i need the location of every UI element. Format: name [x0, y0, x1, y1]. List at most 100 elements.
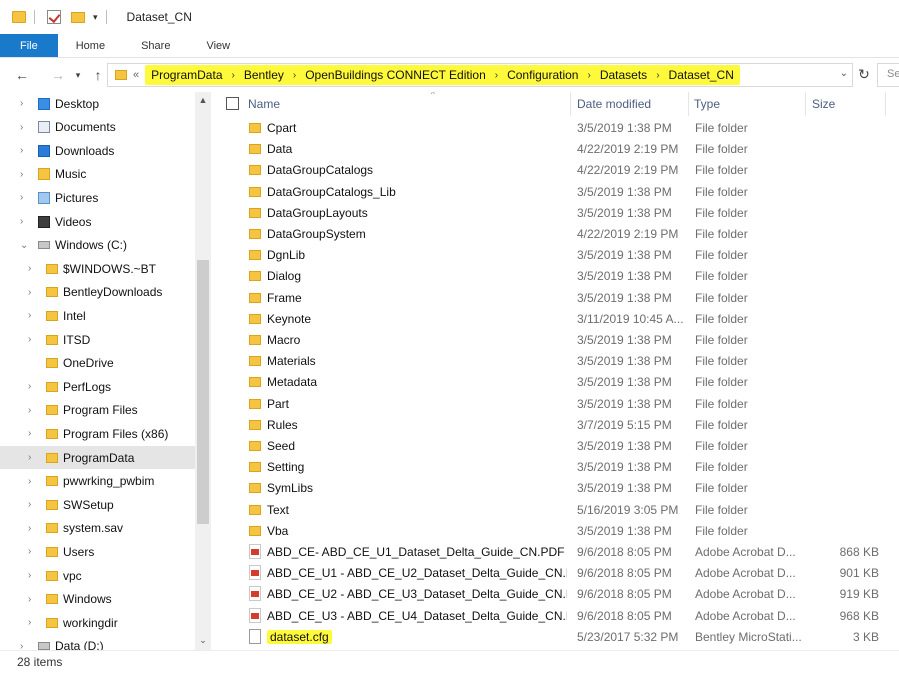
- nav-item[interactable]: › system.sav: [0, 517, 195, 540]
- file-row[interactable]: Frame 3/5/2019 1:38 PM File folder: [211, 288, 899, 309]
- nav-item[interactable]: › BentleyDownloads: [0, 281, 195, 304]
- nav-item[interactable]: › ITSD: [0, 328, 195, 351]
- file-row[interactable]: DataGroupSystem 4/22/2019 2:19 PM File fol…: [211, 224, 899, 245]
- expand-chevron-right-icon[interactable]: ›: [28, 334, 31, 345]
- expand-chevron-right-icon[interactable]: ›: [20, 641, 23, 650]
- column-divider[interactable]: [570, 92, 571, 116]
- nav-item[interactable]: › Program Files: [0, 399, 195, 422]
- column-header-name[interactable]: Name ^: [248, 92, 568, 116]
- nav-item[interactable]: › vpc: [0, 564, 195, 587]
- expand-chevron-right-icon[interactable]: ›: [20, 98, 23, 109]
- nav-item[interactable]: › Data (D:): [0, 635, 195, 650]
- scroll-up-arrow-icon[interactable]: ▲: [195, 92, 211, 108]
- tab-share[interactable]: Share: [123, 34, 188, 57]
- back-arrow-icon[interactable]: ←: [9, 67, 35, 83]
- nav-item[interactable]: › PerfLogs: [0, 375, 195, 398]
- expand-chevron-right-icon[interactable]: ›: [28, 381, 31, 392]
- address-dropdown-chevron-icon[interactable]: ⌄: [840, 68, 848, 79]
- nav-item[interactable]: › Intel: [0, 304, 195, 327]
- expand-chevron-right-icon[interactable]: ›: [28, 428, 31, 439]
- file-row[interactable]: Text 5/16/2019 3:05 PM File folder: [211, 500, 899, 521]
- nav-item[interactable]: › Users: [0, 540, 195, 563]
- nav-item[interactable]: › Desktop: [0, 92, 195, 115]
- nav-item[interactable]: › Windows: [0, 588, 195, 611]
- tab-file[interactable]: File: [0, 34, 58, 57]
- expand-chevron-right-icon[interactable]: ›: [20, 169, 23, 180]
- file-row[interactable]: Macro 3/5/2019 1:38 PM File folder: [211, 330, 899, 351]
- recent-locations-chevron-icon[interactable]: ▾: [71, 70, 85, 81]
- breadcrumb-chevron-icon[interactable]: ›: [656, 70, 659, 81]
- column-header-size[interactable]: Size: [812, 92, 882, 116]
- column-divider[interactable]: [805, 92, 806, 116]
- breadcrumb-programdata[interactable]: ProgramData: [151, 68, 222, 82]
- expand-chevron-right-icon[interactable]: ›: [28, 310, 31, 321]
- refresh-icon[interactable]: ↻: [855, 66, 873, 84]
- file-row[interactable]: Cpart 3/5/2019 1:38 PM File folder: [211, 118, 899, 139]
- file-row[interactable]: DgnLib 3/5/2019 1:38 PM File folder: [211, 245, 899, 266]
- expand-chevron-right-icon[interactable]: ›: [28, 476, 31, 487]
- customize-toolbar-chevron-icon[interactable]: ▾: [93, 12, 98, 23]
- expand-chevron-right-icon[interactable]: ›: [28, 287, 31, 298]
- expand-chevron-right-icon[interactable]: ›: [20, 122, 23, 133]
- breadcrumb-datasets[interactable]: Datasets: [600, 68, 647, 82]
- forward-arrow-icon[interactable]: →: [45, 67, 71, 83]
- breadcrumb-chevron-icon[interactable]: ›: [293, 70, 296, 81]
- nav-item[interactable]: › $WINDOWS.~BT: [0, 257, 195, 280]
- breadcrumb-chevron-icon[interactable]: ›: [232, 70, 235, 81]
- properties-check-icon[interactable]: [47, 10, 61, 24]
- file-row[interactable]: Materials 3/5/2019 1:38 PM File folder: [211, 351, 899, 372]
- nav-item[interactable]: › pwwrking_pwbim: [0, 470, 195, 493]
- nav-item[interactable]: › Program Files (x86): [0, 422, 195, 445]
- file-row[interactable]: Vba 3/5/2019 1:38 PM File folder: [211, 521, 899, 542]
- new-folder-icon[interactable]: [71, 11, 85, 23]
- column-header-type[interactable]: Type: [694, 92, 804, 116]
- address-bar[interactable]: « ProgramData › Bentley › OpenBuildings …: [107, 63, 853, 87]
- nav-item[interactable]: › Pictures: [0, 186, 195, 209]
- nav-item[interactable]: › ProgramData: [0, 446, 195, 469]
- file-row[interactable]: ABD_CE_U3 - ABD_CE_U4_Dataset_Delta_Guid…: [211, 606, 899, 627]
- nav-item[interactable]: › SWSetup: [0, 493, 195, 516]
- expand-chevron-right-icon[interactable]: ›: [28, 263, 31, 274]
- file-row[interactable]: DataGroupLayouts 3/5/2019 1:38 PM File fol…: [211, 203, 899, 224]
- file-row[interactable]: DataGroupCatalogs_Lib 3/5/2019 1:38 PM Fil…: [211, 182, 899, 203]
- expand-chevron-right-icon[interactable]: ›: [28, 546, 31, 557]
- expand-chevron-right-icon[interactable]: ›: [28, 499, 31, 510]
- breadcrumb-chevron-icon[interactable]: ›: [587, 70, 590, 81]
- expand-chevron-right-icon[interactable]: ›: [28, 570, 31, 581]
- file-row[interactable]: DataGroupCatalogs 4/22/2019 2:19 PM File f…: [211, 160, 899, 181]
- file-row[interactable]: Seed 3/5/2019 1:38 PM File folder: [211, 436, 899, 457]
- file-row[interactable]: SymLibs 3/5/2019 1:38 PM File folder: [211, 478, 899, 499]
- nav-scrollbar-thumb[interactable]: [197, 260, 209, 524]
- nav-item[interactable]: OneDrive: [0, 352, 195, 375]
- file-row[interactable]: Metadata 3/5/2019 1:38 PM File folder: [211, 372, 899, 393]
- search-input[interactable]: Se: [877, 63, 899, 87]
- file-row[interactable]: dataset.cfg 5/23/2017 5:32 PM Bentley Micr…: [211, 627, 899, 648]
- file-row[interactable]: Setting 3/5/2019 1:38 PM File folder: [211, 457, 899, 478]
- expand-chevron-right-icon[interactable]: ›: [20, 216, 23, 227]
- expand-chevron-right-icon[interactable]: ›: [28, 594, 31, 605]
- breadcrumb-chevron-icon[interactable]: ›: [495, 70, 498, 81]
- nav-item[interactable]: › Downloads: [0, 139, 195, 162]
- breadcrumb-bentley[interactable]: Bentley: [244, 68, 284, 82]
- nav-item[interactable]: ⌄ Windows (C:): [0, 234, 195, 257]
- nav-item[interactable]: › Documents: [0, 116, 195, 139]
- file-row[interactable]: ABD_CE- ABD_CE_U1_Dataset_Delta_Guide_CN…: [211, 542, 899, 563]
- expand-chevron-right-icon[interactable]: ›: [20, 145, 23, 156]
- expand-chevron-down-icon[interactable]: ⌄: [20, 240, 28, 251]
- address-overflow[interactable]: «: [133, 69, 139, 81]
- tab-view[interactable]: View: [188, 34, 248, 57]
- scroll-down-arrow-icon[interactable]: ⌄: [195, 632, 211, 648]
- column-header-date[interactable]: Date modified: [577, 92, 687, 116]
- nav-item[interactable]: › workingdir: [0, 611, 195, 634]
- column-divider[interactable]: [885, 92, 886, 116]
- file-row[interactable]: Dialog 3/5/2019 1:38 PM File folder: [211, 266, 899, 287]
- breadcrumb-configuration[interactable]: Configuration: [507, 68, 578, 82]
- expand-chevron-right-icon[interactable]: ›: [28, 405, 31, 416]
- file-row[interactable]: Data 4/22/2019 2:19 PM File folder: [211, 139, 899, 160]
- tab-home[interactable]: Home: [58, 34, 123, 57]
- expand-chevron-right-icon[interactable]: ›: [28, 617, 31, 628]
- select-all-checkbox[interactable]: [226, 97, 239, 110]
- nav-item[interactable]: › Music: [0, 163, 195, 186]
- file-row[interactable]: Part 3/5/2019 1:38 PM File folder: [211, 394, 899, 415]
- expand-chevron-right-icon[interactable]: ›: [28, 523, 31, 534]
